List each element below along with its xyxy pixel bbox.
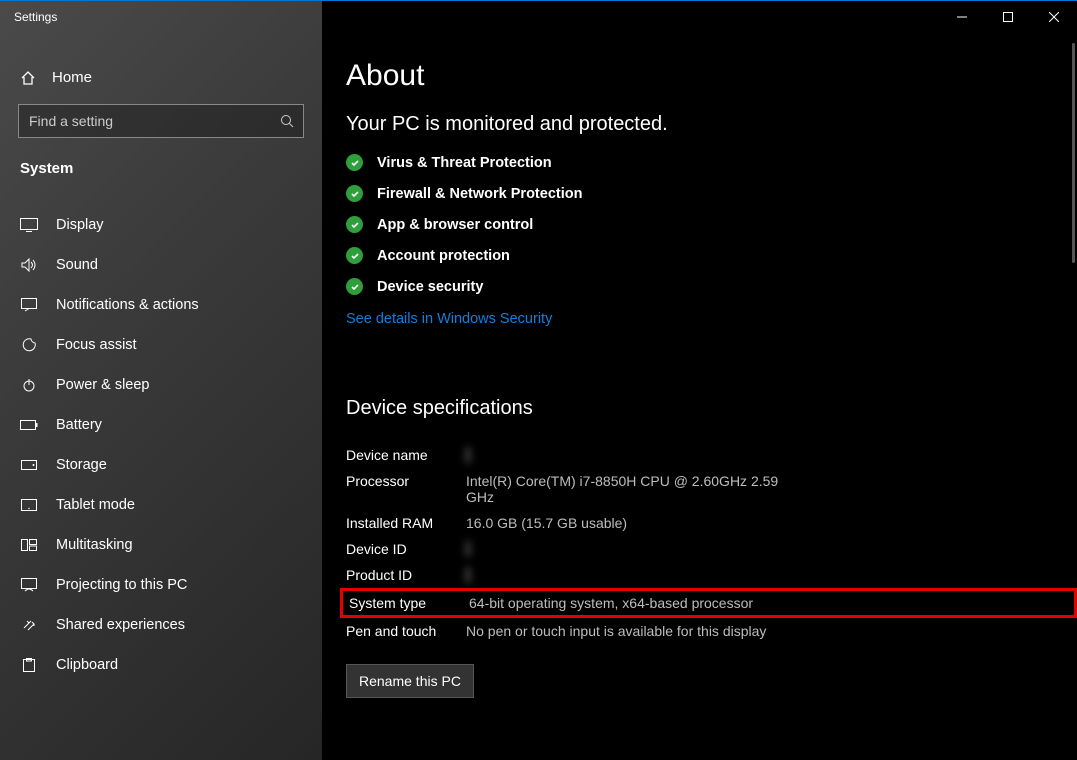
- redacted-value: [466, 447, 470, 463]
- nav-item-battery[interactable]: Battery: [0, 405, 322, 445]
- page-title: About: [346, 59, 1077, 93]
- power-icon: [20, 378, 38, 392]
- nav-item-power[interactable]: Power & sleep: [0, 365, 322, 405]
- battery-icon: [20, 420, 38, 430]
- maximize-button[interactable]: [985, 2, 1031, 32]
- spec-row-pen-touch: Pen and touch No pen or touch input is a…: [346, 618, 1077, 644]
- protection-label: Device security: [377, 279, 483, 295]
- spec-label: Device ID: [346, 541, 466, 557]
- rename-pc-button[interactable]: Rename this PC: [346, 664, 474, 698]
- storage-icon: [20, 460, 38, 470]
- close-button[interactable]: [1031, 2, 1077, 32]
- spec-label: Pen and touch: [346, 623, 466, 639]
- redacted-value: [466, 541, 470, 557]
- nav-label: Display: [56, 217, 104, 233]
- spec-row-product-id: Product ID: [346, 562, 1077, 588]
- security-link[interactable]: See details in Windows Security: [346, 311, 1077, 327]
- shared-icon: [20, 618, 38, 632]
- spec-row-device-name: Device name: [346, 442, 1077, 468]
- check-icon: [346, 185, 363, 202]
- nav-item-tablet-mode[interactable]: Tablet mode: [0, 485, 322, 525]
- spec-value: Intel(R) Core(TM) i7-8850H CPU @ 2.60GHz…: [466, 473, 806, 505]
- protection-heading: Your PC is monitored and protected.: [346, 113, 1077, 136]
- nav-label: Projecting to this PC: [56, 577, 187, 593]
- nav-item-sound[interactable]: Sound: [0, 245, 322, 285]
- spec-value: 16.0 GB (15.7 GB usable): [466, 515, 627, 531]
- protection-item: Firewall & Network Protection: [346, 185, 1077, 202]
- home-icon: [20, 70, 36, 86]
- nav-label: Power & sleep: [56, 377, 150, 393]
- protection-label: Firewall & Network Protection: [377, 186, 582, 202]
- spec-row-device-id: Device ID: [346, 536, 1077, 562]
- sidebar: Home System Display Sound: [0, 1, 322, 760]
- nav-item-clipboard[interactable]: Clipboard: [0, 645, 322, 685]
- projecting-icon: [20, 578, 38, 592]
- spec-row-system-type: System type 64-bit operating system, x64…: [340, 588, 1077, 618]
- nav-item-notifications[interactable]: Notifications & actions: [0, 285, 322, 325]
- nav-label: Notifications & actions: [56, 297, 199, 313]
- sound-icon: [20, 258, 38, 272]
- titlebar: Settings: [0, 2, 1077, 32]
- protection-label: App & browser control: [377, 217, 533, 233]
- nav-item-storage[interactable]: Storage: [0, 445, 322, 485]
- nav-label: Battery: [56, 417, 102, 433]
- display-icon: [20, 218, 38, 232]
- spec-table: Device name Processor Intel(R) Core(TM) …: [346, 442, 1077, 644]
- protection-label: Account protection: [377, 248, 510, 264]
- spec-value: No pen or touch input is available for t…: [466, 623, 766, 639]
- spec-label: Installed RAM: [346, 515, 466, 531]
- nav-label: Clipboard: [56, 657, 118, 673]
- check-icon: [346, 216, 363, 233]
- scrollbar[interactable]: [1072, 43, 1075, 263]
- nav-item-display[interactable]: Display: [0, 205, 322, 245]
- protection-item: Account protection: [346, 247, 1077, 264]
- nav-item-multitasking[interactable]: Multitasking: [0, 525, 322, 565]
- redacted-value: [466, 567, 470, 583]
- clipboard-icon: [20, 658, 38, 672]
- search-icon: [280, 114, 294, 128]
- spec-label: System type: [349, 595, 469, 611]
- window-title: Settings: [0, 10, 57, 24]
- protection-item: App & browser control: [346, 216, 1077, 233]
- nav-item-projecting[interactable]: Projecting to this PC: [0, 565, 322, 605]
- protection-list: Virus & Threat Protection Firewall & Net…: [346, 154, 1077, 295]
- category-label: System: [0, 160, 322, 187]
- nav-label: Shared experiences: [56, 617, 185, 633]
- home-link[interactable]: Home: [0, 61, 322, 104]
- spec-label: Product ID: [346, 567, 466, 583]
- nav-label: Storage: [56, 457, 107, 473]
- check-icon: [346, 278, 363, 295]
- check-icon: [346, 154, 363, 171]
- notifications-icon: [20, 298, 38, 312]
- spec-label: Processor: [346, 473, 466, 505]
- protection-label: Virus & Threat Protection: [377, 155, 552, 171]
- nav-label: Focus assist: [56, 337, 137, 353]
- nav-list: Display Sound Notifications & actions Fo…: [0, 205, 322, 685]
- protection-item: Device security: [346, 278, 1077, 295]
- focus-assist-icon: [20, 338, 38, 352]
- spec-label: Device name: [346, 447, 466, 463]
- spec-value: 64-bit operating system, x64-based proce…: [469, 595, 753, 611]
- tablet-icon: [20, 499, 38, 511]
- nav-label: Multitasking: [56, 537, 133, 553]
- minimize-button[interactable]: [939, 2, 985, 32]
- nav-item-focus-assist[interactable]: Focus assist: [0, 325, 322, 365]
- protection-item: Virus & Threat Protection: [346, 154, 1077, 171]
- spec-row-processor: Processor Intel(R) Core(TM) i7-8850H CPU…: [346, 468, 1077, 510]
- nav-item-shared-experiences[interactable]: Shared experiences: [0, 605, 322, 645]
- check-icon: [346, 247, 363, 264]
- main-content: About Your PC is monitored and protected…: [322, 1, 1077, 760]
- spec-row-ram: Installed RAM 16.0 GB (15.7 GB usable): [346, 510, 1077, 536]
- search-input[interactable]: [18, 104, 304, 138]
- device-spec-heading: Device specifications: [346, 397, 1077, 420]
- nav-label: Sound: [56, 257, 98, 273]
- nav-label: Tablet mode: [56, 497, 135, 513]
- home-label: Home: [52, 69, 92, 86]
- multitasking-icon: [20, 539, 38, 551]
